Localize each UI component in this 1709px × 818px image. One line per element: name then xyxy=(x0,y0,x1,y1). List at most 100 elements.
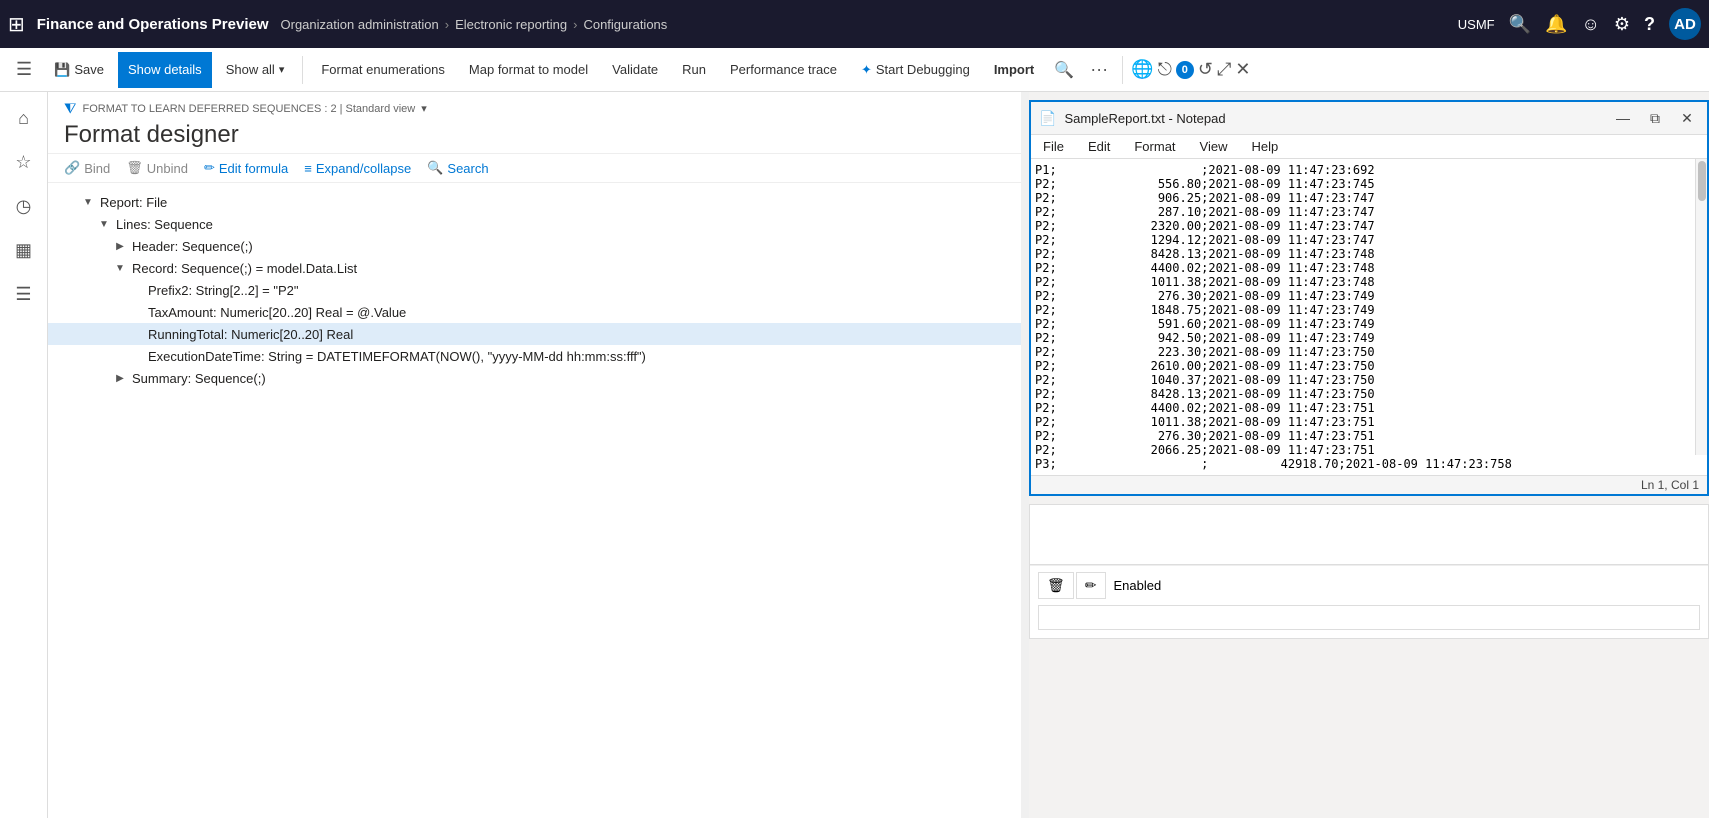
edit-icon: ✏ xyxy=(204,160,215,176)
enabled-input[interactable] xyxy=(1038,605,1700,630)
show-details-button[interactable]: Show details xyxy=(118,52,212,88)
restore-button[interactable]: ⧉ xyxy=(1643,106,1667,130)
show-all-chevron-icon: ▾ xyxy=(279,63,285,76)
bind-button[interactable]: 🔗 Bind xyxy=(64,160,110,176)
fd-header: ⧨ FORMAT TO LEARN DEFERRED SEQUENCES : 2… xyxy=(48,92,1021,154)
import-button[interactable]: Import xyxy=(984,52,1044,88)
app-title: Finance and Operations Preview xyxy=(37,16,269,33)
breadcrumb: Organization administration › Electronic… xyxy=(281,17,1446,32)
breadcrumb-sep-1: › xyxy=(573,17,577,32)
main-area: ⌂ ☆ ◷ ▦ ☰ ⧨ FORMAT TO LEARN DEFERRED SEQ… xyxy=(0,92,1709,818)
tree-node-0[interactable]: Report: File xyxy=(48,191,1021,213)
expand-collapse-button[interactable]: ≡ Expand/collapse xyxy=(304,161,411,176)
map-format-button[interactable]: Map format to model xyxy=(459,52,598,88)
tree-node-7[interactable]: ExecutionDateTime: String = DATETIMEFORM… xyxy=(48,345,1021,367)
breadcrumb-item-0[interactable]: Organization administration xyxy=(281,17,439,32)
validate-button[interactable]: Validate xyxy=(602,52,668,88)
search-fd-icon: 🔍 xyxy=(427,160,443,176)
minimize-button[interactable]: — xyxy=(1611,106,1635,130)
breadcrumb-item-2[interactable]: Configurations xyxy=(583,17,667,32)
notepad-menu-format[interactable]: Format xyxy=(1122,135,1187,158)
notepad-menu-help[interactable]: Help xyxy=(1239,135,1290,158)
face-icon[interactable]: ☺ xyxy=(1581,14,1599,35)
tree-node-6[interactable]: RunningTotal: Numeric[20..20] Real xyxy=(48,323,1021,345)
fd-breadcrumb: ⧨ FORMAT TO LEARN DEFERRED SEQUENCES : 2… xyxy=(64,100,1005,117)
filter-icon[interactable]: ⧨ xyxy=(64,100,77,117)
side-list-icon[interactable]: ☰ xyxy=(6,276,42,312)
breadcrumb-item-1[interactable]: Electronic reporting xyxy=(455,17,567,32)
bottom-panel: 🗑 ✏ Enabled xyxy=(1029,504,1709,639)
enabled-label: Enabled xyxy=(1114,578,1162,593)
search-toolbar-icon[interactable]: 🔍 xyxy=(1048,56,1080,84)
tree-node-1[interactable]: Lines: Sequence xyxy=(48,213,1021,235)
tree-arrow-4 xyxy=(128,282,144,298)
tree-arrow-2 xyxy=(112,238,128,254)
notepad-menu-view[interactable]: View xyxy=(1188,135,1240,158)
drag-handle[interactable] xyxy=(1021,92,1029,818)
tree-arrow-3 xyxy=(112,260,128,276)
run-button[interactable]: Run xyxy=(672,52,716,88)
save-icon: 💾 xyxy=(54,62,70,78)
format-enumerations-button[interactable]: Format enumerations xyxy=(311,52,455,88)
enabled-row: 🗑 ✏ Enabled xyxy=(1030,565,1708,605)
tree-node-8[interactable]: Summary: Sequence(;) xyxy=(48,367,1021,389)
notepad-titlebar: 📄 SampleReport.txt - Notepad — ⧉ ✕ xyxy=(1031,102,1707,135)
breadcrumb-sep-0: › xyxy=(445,17,449,32)
enabled-edit-button[interactable]: ✏ xyxy=(1076,572,1106,599)
notepad-panel: 📄 SampleReport.txt - Notepad — ⧉ ✕ File … xyxy=(1029,100,1709,496)
side-calendar-icon[interactable]: ▦ xyxy=(6,232,42,268)
user-label: USMF xyxy=(1458,17,1495,32)
grid-icon[interactable]: ⊞ xyxy=(8,12,25,37)
notepad-file-icon: 📄 xyxy=(1039,110,1056,127)
notepad-menu-edit[interactable]: Edit xyxy=(1076,135,1122,158)
tree-node-4[interactable]: Prefix2: String[2..2] = "P2" xyxy=(48,279,1021,301)
enabled-delete-button[interactable]: 🗑 xyxy=(1038,572,1074,599)
toolbar-sep-1 xyxy=(302,56,303,84)
help-icon[interactable]: ? xyxy=(1644,14,1655,35)
tree-node-2[interactable]: Header: Sequence(;) xyxy=(48,235,1021,257)
side-icons: ⌂ ☆ ◷ ▦ ☰ xyxy=(0,92,48,818)
bell-icon[interactable]: 🔔 xyxy=(1545,14,1567,35)
expand-collapse-icon: ≡ xyxy=(304,161,312,176)
tree-arrow-5 xyxy=(128,304,144,320)
notepad-status: Ln 1, Col 1 xyxy=(1031,475,1707,494)
unbind-button[interactable]: 🗑 Unbind xyxy=(126,160,188,176)
tree-arrow-8 xyxy=(112,370,128,386)
notepad-content[interactable]: P1; ;2021-08-09 11:47:23:692 P2; 556.80;… xyxy=(1031,159,1707,475)
show-all-button[interactable]: Show all ▾ xyxy=(216,52,295,88)
close-toolbar-icon[interactable]: ✕ xyxy=(1235,59,1250,80)
debug-icon: ✦ xyxy=(861,62,872,78)
tree-arrow-0 xyxy=(80,194,96,210)
perf-trace-button[interactable]: Performance trace xyxy=(720,52,847,88)
avatar[interactable]: AD xyxy=(1669,8,1701,40)
notepad-menu-file[interactable]: File xyxy=(1031,135,1076,158)
tree-area: Report: File Lines: Sequence Header: Seq… xyxy=(48,183,1021,818)
notepad-text: P1; ;2021-08-09 11:47:23:692 P2; 556.80;… xyxy=(1035,163,1703,471)
globe-icon[interactable]: 🌐 xyxy=(1131,59,1153,80)
side-home-icon[interactable]: ⌂ xyxy=(6,100,42,136)
start-debugging-button[interactable]: ✦ Start Debugging xyxy=(851,52,980,88)
standard-view-chevron-icon: ▾ xyxy=(421,102,427,115)
more-icon[interactable]: ··· xyxy=(1084,55,1114,84)
search-fd-button[interactable]: 🔍 Search xyxy=(427,160,488,176)
tree-node-3[interactable]: Record: Sequence(;) = model.Data.List xyxy=(48,257,1021,279)
share-icon[interactable]: ⎋ xyxy=(1158,59,1172,80)
tree-node-5[interactable]: TaxAmount: Numeric[20..20] Real = @.Valu… xyxy=(48,301,1021,323)
bind-icon: 🔗 xyxy=(64,160,80,176)
toolbar-sep-2 xyxy=(1122,56,1123,84)
expand-icon[interactable]: ⤢ xyxy=(1217,59,1231,80)
close-notepad-button[interactable]: ✕ xyxy=(1675,106,1699,130)
side-star-icon[interactable]: ☆ xyxy=(6,144,42,180)
gear-icon[interactable]: ⚙ xyxy=(1614,14,1630,35)
bottom-text-area[interactable] xyxy=(1030,505,1708,565)
save-button[interactable]: 💾 Save xyxy=(44,52,114,88)
notification-badge[interactable]: 0 xyxy=(1176,61,1194,79)
hamburger-icon[interactable]: ☰ xyxy=(8,55,40,84)
side-clock-icon[interactable]: ◷ xyxy=(6,188,42,224)
top-bar-right: USMF 🔍 🔔 ☺ ⚙ ? AD xyxy=(1458,8,1701,40)
top-bar: ⊞ Finance and Operations Preview Organiz… xyxy=(0,0,1709,48)
tree-arrow-7 xyxy=(128,348,144,364)
search-icon[interactable]: 🔍 xyxy=(1509,14,1531,35)
refresh-icon[interactable]: ↺ xyxy=(1198,59,1213,80)
edit-formula-button[interactable]: ✏ Edit formula xyxy=(204,160,288,176)
